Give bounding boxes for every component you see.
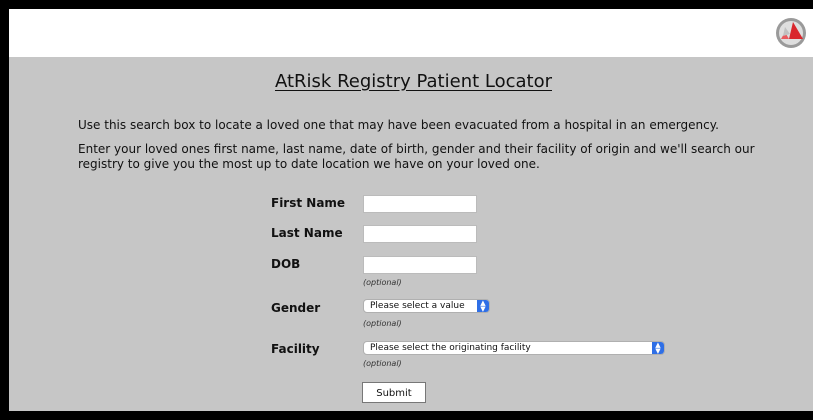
facility-select[interactable]: Please select the originating facility ▲… <box>363 341 665 355</box>
gender-selected-value: Please select a value <box>370 301 465 311</box>
gender-select[interactable]: Please select a value ▲ ▼ <box>363 299 490 313</box>
gender-optional-note: (optional) <box>363 319 402 328</box>
select-arrows-icon: ▲ ▼ <box>477 300 489 313</box>
select-arrows-icon: ▲ ▼ <box>652 342 664 355</box>
first-name-label: First Name <box>271 196 346 210</box>
last-name-input[interactable] <box>363 225 477 243</box>
locator-panel: AtRisk Registry Patient Locator Use this… <box>9 57 813 411</box>
dob-input[interactable] <box>363 256 477 274</box>
top-bar <box>9 9 813 57</box>
last-name-label: Last Name <box>271 226 343 240</box>
page-title: AtRisk Registry Patient Locator <box>274 71 552 92</box>
instructions-text: Enter your loved ones first name, last n… <box>78 142 755 171</box>
submit-button[interactable]: Submit <box>362 382 426 403</box>
dob-optional-note: (optional) <box>363 278 402 287</box>
dob-label: DOB <box>271 257 301 271</box>
facility-label: Facility <box>271 342 320 356</box>
gender-label: Gender <box>271 301 321 315</box>
browser-page: AtRisk Registry Patient Locator Use this… <box>9 9 813 411</box>
facility-selected-value: Please select the originating facility <box>370 343 531 353</box>
intro-text: Use this search box to locate a loved on… <box>78 118 719 132</box>
facility-optional-note: (optional) <box>363 359 402 368</box>
atrisk-logo-icon[interactable] <box>775 17 807 49</box>
first-name-input[interactable] <box>363 195 477 213</box>
